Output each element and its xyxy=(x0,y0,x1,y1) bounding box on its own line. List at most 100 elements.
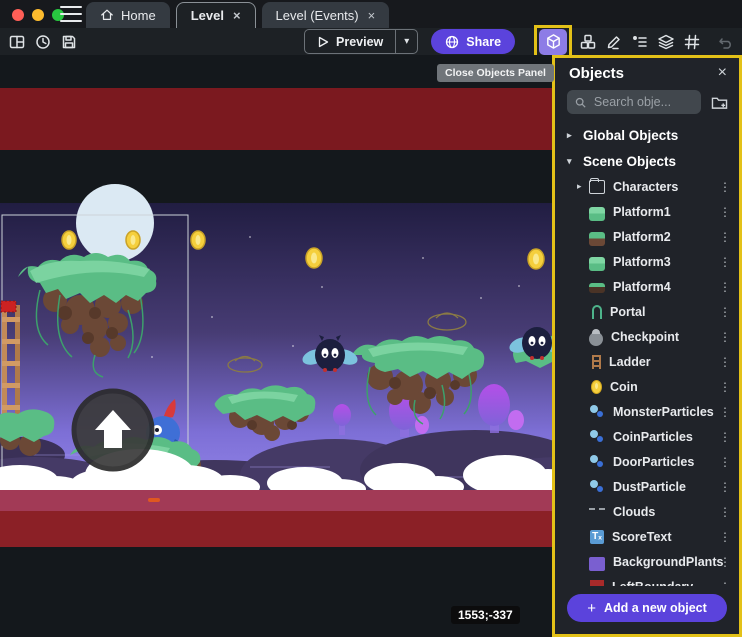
object-row-leftboundary[interactable]: LeftBoundary ⋮ xyxy=(555,574,739,586)
objects-panel-title: Objects xyxy=(569,65,624,82)
object-row-portal[interactable]: Portal ⋮ xyxy=(555,299,739,324)
search-input[interactable] xyxy=(594,95,693,109)
search-box[interactable] xyxy=(567,90,701,114)
kebab-menu-icon[interactable]: ⋮ xyxy=(719,480,731,494)
preview-button[interactable]: Preview ▾ xyxy=(304,29,418,54)
menu-icon[interactable] xyxy=(60,6,82,22)
jump-button[interactable] xyxy=(74,391,152,469)
share-button[interactable]: Share xyxy=(431,29,515,54)
object-label: Portal xyxy=(610,305,645,319)
object-label: Platform2 xyxy=(613,230,671,244)
project-manager-icon[interactable] xyxy=(4,29,30,55)
object-label: Checkpoint xyxy=(611,330,679,344)
tab-label: Level (Events) xyxy=(276,8,359,23)
minimize-window-button[interactable] xyxy=(32,9,44,21)
kebab-menu-icon[interactable]: ⋮ xyxy=(719,405,731,419)
objects-tree: ▸ Global Objects ▾Scene Objects ▸ Characters… xyxy=(555,120,739,586)
object-label: Characters xyxy=(613,180,678,194)
particles-icon xyxy=(589,430,605,444)
tab-home[interactable]: Home xyxy=(86,2,170,28)
close-panel-icon[interactable]: × xyxy=(718,64,727,82)
moon xyxy=(76,184,154,262)
kebab-menu-icon[interactable]: ⋮ xyxy=(719,180,731,194)
undo-icon[interactable] xyxy=(713,29,739,55)
object-row-platform2[interactable]: Platform2 ⋮ xyxy=(555,224,739,249)
plants-bar-icon xyxy=(589,557,605,571)
object-label: ScoreText xyxy=(612,530,672,544)
object-row-characters[interactable]: ▸ Characters ⋮ xyxy=(555,174,739,199)
object-row-ladder[interactable]: Ladder ⋮ xyxy=(555,349,739,374)
section-label: Scene Objects xyxy=(583,154,676,169)
object-row-doorparticles[interactable]: DoorParticles⋮ xyxy=(555,449,739,474)
kebab-menu-icon[interactable]: ⋮ xyxy=(719,355,731,369)
kebab-menu-icon[interactable]: ⋮ xyxy=(719,530,731,544)
ladder-icon xyxy=(592,355,601,369)
object-row-clouds[interactable]: Clouds⋮ xyxy=(555,499,739,524)
history-icon[interactable] xyxy=(30,29,56,55)
coin-icon xyxy=(591,380,602,394)
object-row-monsterparticles[interactable]: MonsterParticles⋮ xyxy=(555,399,739,424)
flag xyxy=(1,301,16,312)
kebab-menu-icon[interactable]: ⋮ xyxy=(719,230,731,244)
kebab-menu-icon[interactable]: ⋮ xyxy=(719,305,731,319)
particles-icon xyxy=(589,455,605,469)
properties-icon[interactable] xyxy=(627,29,653,55)
share-label: Share xyxy=(466,35,501,49)
search-icon xyxy=(575,96,586,109)
edit-tool-icon[interactable] xyxy=(601,29,627,55)
new-folder-icon[interactable] xyxy=(709,92,729,112)
objects-panel: Objects × ▸Global Objects▾Scene Objects▸… xyxy=(552,55,742,637)
platform-mossy-icon xyxy=(589,232,605,246)
kebab-menu-icon[interactable]: ⋮ xyxy=(719,505,731,519)
object-row-coinparticles[interactable]: CoinParticles⋮ xyxy=(555,424,739,449)
tab-bar: Home Level × Level (Events) × xyxy=(0,0,742,28)
object-groups-icon[interactable] xyxy=(575,29,601,55)
object-row-dustparticle[interactable]: DustParticle ⋮ xyxy=(555,474,739,499)
tree-section-scene-objects[interactable]: ▾Scene Objects xyxy=(555,148,739,174)
close-tab-icon[interactable]: × xyxy=(368,8,376,23)
preview-dropdown-icon[interactable]: ▾ xyxy=(396,36,417,47)
objects-panel-icon[interactable] xyxy=(539,29,567,55)
object-label: Ladder xyxy=(609,355,651,369)
dashed-line-icon xyxy=(589,508,605,522)
object-label: LeftBoundary xyxy=(612,580,693,587)
kebab-menu-icon[interactable]: ⋮ xyxy=(719,205,731,219)
object-row-platform3[interactable]: Platform3 ⋮ xyxy=(555,249,739,274)
close-tab-icon[interactable]: × xyxy=(233,8,241,23)
object-label: Platform3 xyxy=(613,255,671,269)
red-square-icon xyxy=(590,580,604,587)
object-label: BackgroundPlants xyxy=(613,555,723,569)
kebab-menu-icon[interactable]: ⋮ xyxy=(719,330,731,344)
save-icon[interactable] xyxy=(56,29,82,55)
play-icon xyxy=(317,36,329,48)
particles-icon xyxy=(589,480,605,494)
tree-section-global-objects[interactable]: ▸ Global Objects xyxy=(555,122,739,148)
object-row-coin[interactable]: Coin⋮ xyxy=(555,374,739,399)
object-row-scoretext[interactable]: TₓScoreText⋮ xyxy=(555,524,739,549)
chevron-icon: ▸ xyxy=(567,130,575,141)
section-label: Global Objects xyxy=(583,128,678,143)
add-object-label: Add a new object xyxy=(604,601,707,615)
add-object-button[interactable]: + Add a new object xyxy=(567,594,727,622)
tab-level-events[interactable]: Level (Events) × xyxy=(262,2,390,28)
kebab-menu-icon[interactable]: ⋮ xyxy=(719,380,731,394)
tab-label: Home xyxy=(121,8,156,23)
kebab-menu-icon[interactable]: ⋮ xyxy=(719,255,731,269)
folder-icon xyxy=(589,180,605,194)
kebab-menu-icon[interactable]: ⋮ xyxy=(719,555,731,569)
object-label: DustParticle xyxy=(613,480,686,494)
traffic-lights[interactable] xyxy=(12,9,64,21)
object-row-checkpoint[interactable]: Checkpoint ⋮ xyxy=(555,324,739,349)
chevron-icon: ▸ xyxy=(577,181,589,192)
kebab-menu-icon[interactable]: ⋮ xyxy=(719,430,731,444)
kebab-menu-icon[interactable]: ⋮ xyxy=(719,580,731,587)
object-row-backgroundplants[interactable]: BackgroundPlants⋮ xyxy=(555,549,739,574)
layers-icon[interactable] xyxy=(653,29,679,55)
kebab-menu-icon[interactable]: ⋮ xyxy=(719,280,731,294)
tab-level[interactable]: Level × xyxy=(176,2,256,28)
object-row-platform4[interactable]: Platform4⋮ xyxy=(555,274,739,299)
object-row-platform1[interactable]: Platform1⋮ xyxy=(555,199,739,224)
close-window-button[interactable] xyxy=(12,9,24,21)
grid-icon[interactable] xyxy=(679,29,705,55)
kebab-menu-icon[interactable]: ⋮ xyxy=(719,455,731,469)
